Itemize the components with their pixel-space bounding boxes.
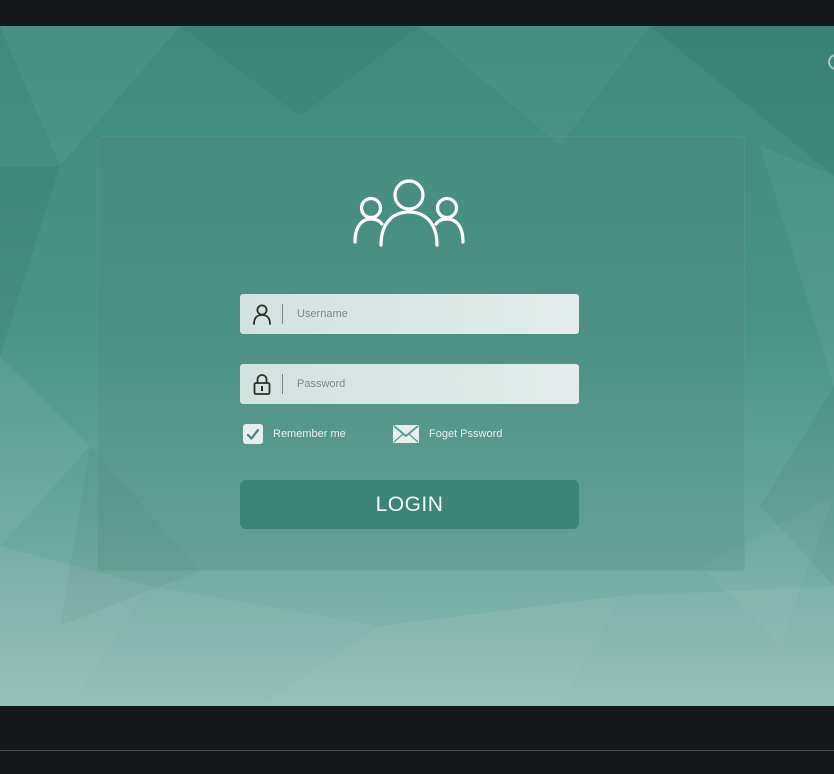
checkbox-box[interactable] <box>243 424 263 444</box>
field-divider <box>282 304 283 324</box>
username-input[interactable] <box>297 308 537 320</box>
users-group-icon <box>353 179 465 247</box>
checkmark-icon <box>246 428 260 440</box>
login-options: Remember me Foget Pssword <box>243 424 583 446</box>
user-icon <box>253 304 271 325</box>
bottom-divider <box>0 750 834 751</box>
password-field[interactable] <box>240 364 579 404</box>
username-field[interactable] <box>240 294 579 334</box>
lock-icon <box>253 374 271 395</box>
field-divider <box>282 374 283 394</box>
remember-me-label: Remember me <box>273 428 346 440</box>
login-button[interactable]: LOGIN <box>240 480 579 529</box>
forgot-password-label: Foget Pssword <box>429 428 503 440</box>
bottom-frame-bar <box>0 706 834 774</box>
remember-me-checkbox[interactable]: Remember me <box>243 424 346 444</box>
password-input[interactable] <box>297 378 537 390</box>
login-screen: Remember me Foget Pssword LOGIN <box>0 26 834 706</box>
login-panel: Remember me Foget Pssword LOGIN <box>97 136 745 571</box>
envelope-icon <box>393 425 419 443</box>
forgot-password-link[interactable]: Foget Pssword <box>393 424 502 444</box>
top-frame-bar <box>0 0 834 26</box>
